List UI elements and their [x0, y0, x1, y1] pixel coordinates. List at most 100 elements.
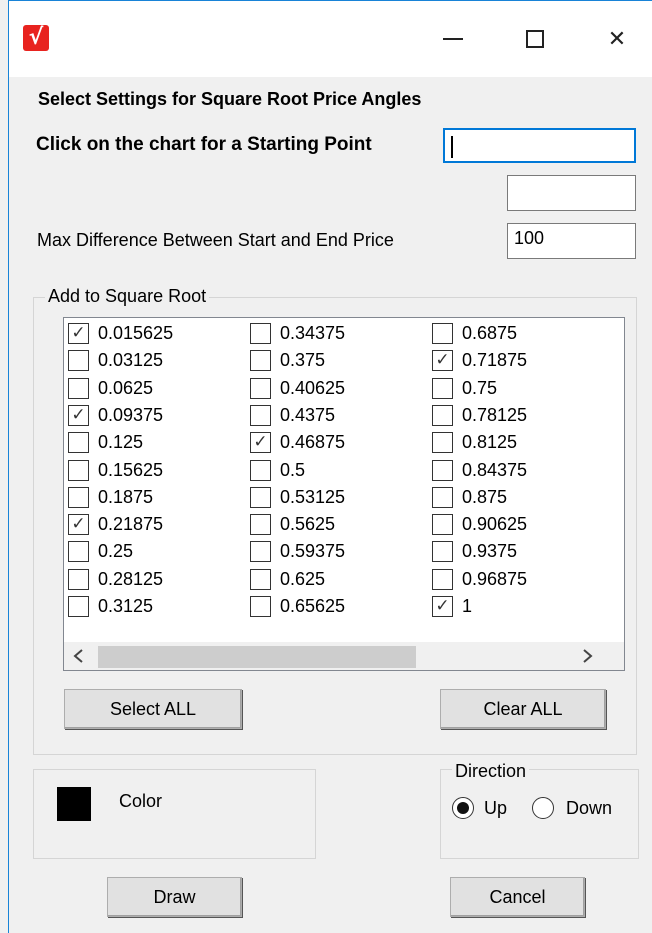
- checklist-item-label: 0.0625: [98, 377, 154, 398]
- horizontal-scrollbar[interactable]: [64, 642, 624, 670]
- checkbox[interactable]: ✓: [68, 323, 89, 344]
- checklist-item[interactable]: 0.8125: [432, 429, 517, 456]
- checklist-item[interactable]: 0.25: [68, 538, 133, 565]
- checklist-item[interactable]: 0.53125: [250, 484, 345, 511]
- checkmark-icon: ✓: [253, 432, 268, 453]
- checkbox[interactable]: [432, 514, 453, 536]
- checkbox[interactable]: [250, 459, 271, 481]
- checkbox[interactable]: ✓: [432, 350, 453, 372]
- draw-button[interactable]: Draw: [107, 877, 242, 917]
- checkbox[interactable]: [250, 568, 271, 590]
- close-button[interactable]: ✕: [587, 15, 647, 63]
- checklist-item[interactable]: 0.625: [250, 566, 325, 593]
- minimize-button[interactable]: [423, 15, 483, 63]
- start-point-secondary-input[interactable]: [507, 175, 636, 211]
- select-all-button[interactable]: Select ALL: [64, 689, 242, 729]
- checklist-item[interactable]: 0.75: [432, 375, 497, 402]
- checklist-item[interactable]: 0.375: [250, 347, 325, 374]
- direction-up-radio[interactable]: [452, 797, 474, 819]
- direction-down-label[interactable]: Down: [566, 798, 612, 819]
- checklist-item[interactable]: 0.65625: [250, 593, 345, 620]
- checkbox[interactable]: [432, 377, 453, 399]
- checkbox[interactable]: [250, 596, 271, 617]
- checkbox[interactable]: [68, 377, 89, 399]
- checklist-item[interactable]: 0.5625: [250, 511, 335, 538]
- scroll-right-icon[interactable]: [580, 648, 594, 664]
- checklist-item[interactable]: 0.9375: [432, 538, 517, 565]
- checkbox[interactable]: ✓: [68, 514, 89, 536]
- checklist-item[interactable]: ✓ 0.015625: [68, 320, 173, 347]
- checklist-item[interactable]: 0.15625: [68, 457, 163, 484]
- checklist-item[interactable]: 0.40625: [250, 375, 345, 402]
- checklist-item-label: 0.5: [280, 459, 306, 480]
- checkbox[interactable]: [250, 404, 271, 426]
- checkmark-icon: ✓: [71, 514, 86, 535]
- checklist-item[interactable]: ✓ 0.09375: [68, 402, 163, 429]
- checkbox[interactable]: [432, 459, 453, 481]
- scrollbar-thumb[interactable]: [98, 646, 416, 668]
- checklist-item[interactable]: 0.5: [250, 457, 305, 484]
- checkbox[interactable]: [432, 432, 453, 454]
- checkbox[interactable]: [432, 323, 453, 344]
- checkbox[interactable]: [432, 568, 453, 590]
- checklist-item[interactable]: 0.90625: [432, 511, 527, 538]
- checklist-item[interactable]: 0.6875: [432, 320, 517, 347]
- checkbox[interactable]: [68, 486, 89, 508]
- start-point-input[interactable]: [443, 128, 636, 163]
- checklist-item-label: 0.40625: [280, 377, 346, 398]
- direction-up-label[interactable]: Up: [484, 798, 507, 819]
- checkbox[interactable]: [432, 486, 453, 508]
- maximize-button[interactable]: [505, 15, 565, 63]
- checkbox[interactable]: [250, 514, 271, 536]
- checklist-item[interactable]: 0.84375: [432, 457, 527, 484]
- checkbox[interactable]: [250, 486, 271, 508]
- start-point-label: Click on the chart for a Starting Point: [36, 134, 372, 155]
- checklist-item[interactable]: 0.1875: [68, 484, 153, 511]
- checklist-item[interactable]: ✓ 0.46875: [250, 429, 345, 456]
- checkbox[interactable]: [68, 541, 89, 563]
- checklist-item[interactable]: 0.28125: [68, 566, 163, 593]
- checklist-item[interactable]: 0.34375: [250, 320, 345, 347]
- checklist-item[interactable]: 0.96875: [432, 566, 527, 593]
- max-difference-input[interactable]: 100: [507, 223, 636, 259]
- checklist-item[interactable]: 0.125: [68, 429, 143, 456]
- checkbox[interactable]: [68, 459, 89, 481]
- checkbox[interactable]: [250, 323, 271, 344]
- checklist-item[interactable]: 0.4375: [250, 402, 335, 429]
- text-caret: [451, 136, 453, 158]
- cancel-button[interactable]: Cancel: [450, 877, 585, 917]
- checkbox[interactable]: [250, 377, 271, 399]
- checkbox[interactable]: ✓: [68, 404, 89, 426]
- checkbox[interactable]: [68, 596, 89, 617]
- checkbox[interactable]: [250, 541, 271, 563]
- checklist-item[interactable]: 0.875: [432, 484, 507, 511]
- checkbox[interactable]: [432, 541, 453, 563]
- checklist-item[interactable]: ✓ 0.21875: [68, 511, 163, 538]
- checklist-item-label: 0.375: [280, 350, 326, 371]
- checklist-item[interactable]: ✓ 0.71875: [432, 347, 527, 374]
- color-swatch[interactable]: [57, 787, 91, 821]
- scroll-left-icon[interactable]: [72, 648, 86, 664]
- checkbox[interactable]: [68, 432, 89, 454]
- checkbox[interactable]: [68, 350, 89, 372]
- direction-down-radio[interactable]: [532, 797, 554, 819]
- checklist-item-label: 0.28125: [98, 568, 164, 589]
- checkbox[interactable]: [68, 568, 89, 590]
- checkbox[interactable]: [250, 350, 271, 372]
- checkmark-icon: ✓: [71, 323, 86, 343]
- checklist-item[interactable]: 0.78125: [432, 402, 527, 429]
- minimize-icon: [443, 38, 463, 40]
- checklist-item-label: 1: [462, 596, 473, 616]
- checklist-item-label: 0.015625: [98, 323, 174, 343]
- checkbox[interactable]: ✓: [432, 596, 453, 617]
- checkbox[interactable]: [432, 404, 453, 426]
- checklist-item[interactable]: ✓ 1: [432, 593, 472, 620]
- close-icon: ✕: [607, 26, 627, 52]
- checklist-item[interactable]: 0.0625: [68, 375, 153, 402]
- checklist-item-label: 0.9375: [462, 541, 518, 562]
- checklist-item[interactable]: 0.03125: [68, 347, 163, 374]
- checkbox[interactable]: ✓: [250, 432, 271, 454]
- checklist-item[interactable]: 0.3125: [68, 593, 153, 620]
- clear-all-button[interactable]: Clear ALL: [440, 689, 606, 729]
- checklist-item[interactable]: 0.59375: [250, 538, 345, 565]
